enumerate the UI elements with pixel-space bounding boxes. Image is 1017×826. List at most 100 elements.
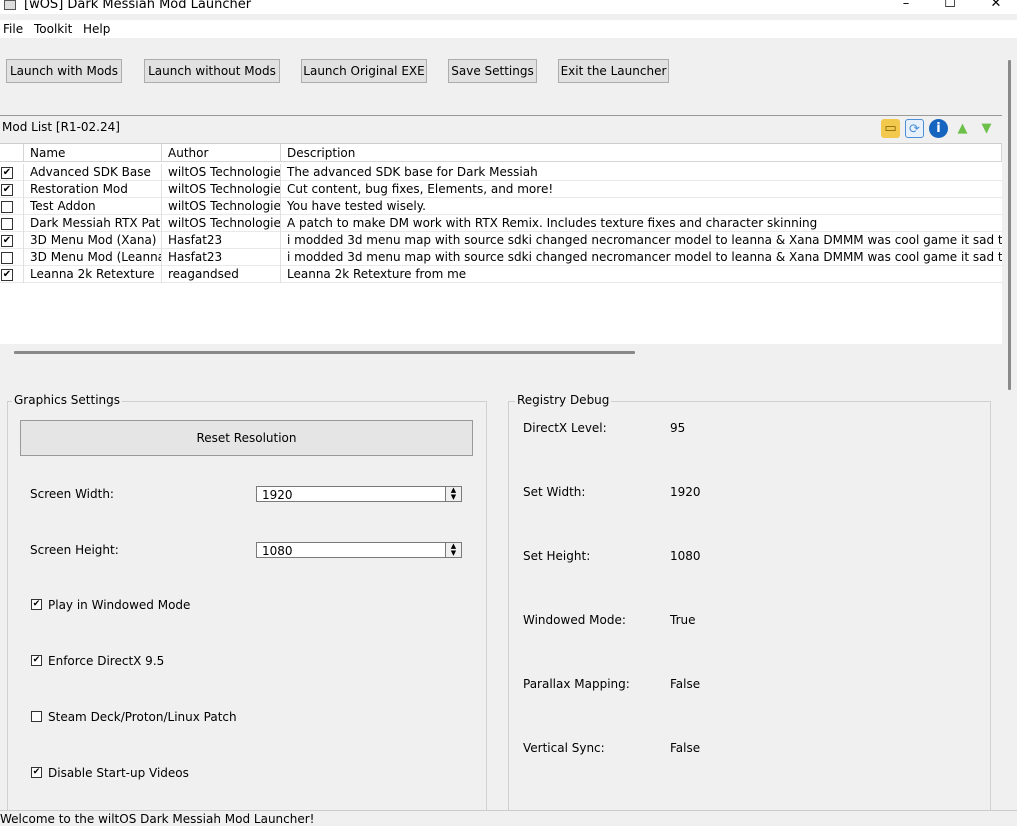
- registry-label: Parallax Mapping:: [523, 677, 630, 691]
- arrow-up-icon[interactable]: ▲: [953, 119, 972, 138]
- info-icon[interactable]: i: [929, 119, 948, 138]
- col-description[interactable]: Description: [281, 144, 1002, 162]
- folder-icon[interactable]: ▭: [881, 119, 900, 138]
- registry-value: True: [670, 613, 696, 627]
- option-label[interactable]: Enforce DirectX 9.5: [48, 654, 164, 668]
- registry-value: False: [670, 677, 701, 691]
- row-check-cell: ✔: [0, 181, 24, 198]
- window-title: [wOS] Dark Messiah Mod Launcher: [24, 0, 252, 12]
- registry-value: False: [670, 741, 701, 755]
- row-check-cell: [0, 249, 24, 266]
- mod-author: Hasfat23: [162, 249, 281, 266]
- exit-launcher-button[interactable]: Exit the Launcher: [558, 59, 669, 83]
- mod-enabled-checkbox[interactable]: [1, 218, 13, 230]
- mod-name: Test Addon: [24, 198, 162, 215]
- mod-enabled-checkbox[interactable]: [1, 201, 13, 213]
- mod-list-table: Name Author Description ✔ Advanced SDK Ba…: [0, 143, 1002, 361]
- mod-description: Cut content, bug fixes, Elements, and mo…: [287, 182, 554, 196]
- mod-list-title: Mod List [R1-02.24]: [2, 120, 120, 134]
- minimize-button[interactable]: –: [896, 0, 916, 12]
- registry-value: 1920: [670, 485, 701, 499]
- mod-description: A patch to make DM work with RTX Remix. …: [287, 216, 818, 230]
- row-check-cell: [0, 215, 24, 232]
- registry-debug-group: Registry Debug: [508, 393, 991, 821]
- mod-description: The advanced SDK base for Dark Messiah: [287, 165, 538, 179]
- table-row[interactable]: ✔ Restoration Mod wiltOS Technologies Cut c…: [0, 181, 1002, 198]
- vertical-scroll-thumb[interactable]: [1008, 60, 1011, 390]
- row-check-cell: ✔: [0, 266, 24, 283]
- horizontal-scrollbar[interactable]: [0, 344, 1002, 361]
- arrow-down-icon[interactable]: ▼: [977, 119, 996, 138]
- refresh-icon[interactable]: ⟳: [905, 119, 924, 138]
- row-check-cell: ✔: [0, 164, 24, 181]
- mod-name: 3D Menu Mod (Xana): [24, 232, 162, 249]
- mod-name: Leanna 2k Retexture: [24, 266, 162, 283]
- screen-width-spin-buttons[interactable]: ▲ ▼: [445, 487, 461, 501]
- mod-name: 3D Menu Mod (Leanna): [24, 249, 162, 266]
- option-label[interactable]: Play in Windowed Mode: [48, 598, 190, 612]
- registry-debug-title: Registry Debug: [515, 393, 612, 407]
- registry-value: 95: [670, 421, 686, 435]
- option-checkbox[interactable]: ✔: [31, 599, 42, 610]
- maximize-button[interactable]: ☐: [940, 0, 960, 12]
- graphics-settings-title: Graphics Settings: [12, 393, 123, 407]
- mod-enabled-checkbox[interactable]: ✔: [1, 167, 13, 179]
- screen-height-stepper[interactable]: 1080 ▲ ▼: [256, 542, 462, 558]
- mod-enabled-checkbox[interactable]: ✔: [1, 235, 13, 247]
- screen-height-label: Screen Height:: [30, 543, 119, 557]
- col-author[interactable]: Author: [162, 144, 281, 162]
- table-row[interactable]: Dark Messiah RTX Patch wiltOS Technologie…: [0, 215, 1002, 232]
- mod-enabled-checkbox[interactable]: ✔: [1, 269, 13, 281]
- row-check-cell: [0, 198, 24, 215]
- mod-description: i modded 3d menu map with source sdki ch…: [287, 233, 1002, 247]
- save-settings-button[interactable]: Save Settings: [448, 59, 537, 83]
- table-row[interactable]: ✔ Advanced SDK Base wiltOS Technologies The…: [0, 164, 1002, 181]
- screen-width-label: Screen Width:: [30, 487, 114, 501]
- menu-toolkit[interactable]: Toolkit: [34, 22, 72, 36]
- registry-label: Set Width:: [523, 485, 586, 499]
- mod-author: Hasfat23: [162, 232, 281, 249]
- screen-height-value: 1080: [262, 544, 293, 558]
- mod-author: wiltOS Technologies: [162, 215, 281, 232]
- mod-author: wiltOS Technologies: [162, 181, 281, 198]
- app-icon: [4, 0, 16, 10]
- mod-enabled-checkbox[interactable]: [1, 252, 13, 264]
- screen-width-stepper[interactable]: 1920 ▲ ▼: [256, 486, 462, 502]
- launch-without-mods-button[interactable]: Launch without Mods: [144, 59, 280, 83]
- table-row[interactable]: ✔ 3D Menu Mod (Xana) Hasfat23 i modded 3d m…: [0, 232, 1002, 249]
- reset-resolution-button[interactable]: Reset Resolution: [20, 420, 473, 456]
- registry-label: Set Height:: [523, 549, 591, 563]
- table-row[interactable]: 3D Menu Mod (Leanna) Hasfat23 i modded 3d …: [0, 249, 1002, 266]
- mod-name: Dark Messiah RTX Patch: [24, 215, 162, 232]
- col-check: [0, 144, 24, 162]
- registry-label: Windowed Mode:: [523, 613, 626, 627]
- menu-help[interactable]: Help: [83, 22, 110, 36]
- mod-list-header: Mod List [R1-02.24] ▭ ⟳ i ▲ ▼: [0, 115, 1002, 139]
- option-label[interactable]: Disable Start-up Videos: [48, 766, 189, 780]
- mod-description: You have tested wisely.: [287, 199, 426, 213]
- mod-enabled-checkbox[interactable]: ✔: [1, 184, 13, 196]
- close-button[interactable]: ✕: [986, 0, 1006, 12]
- screen-height-spin-buttons[interactable]: ▲ ▼: [445, 543, 461, 557]
- option-checkbox[interactable]: [31, 711, 42, 722]
- registry-label: Vertical Sync:: [523, 741, 605, 755]
- col-name[interactable]: Name: [24, 144, 162, 162]
- menu-bar: File Toolkit Help: [0, 20, 1017, 38]
- screen-width-value: 1920: [262, 488, 293, 502]
- status-text: Welcome to the wiltOS Dark Messiah Mod L…: [0, 812, 315, 826]
- registry-label: DirectX Level:: [523, 421, 607, 435]
- option-label[interactable]: Steam Deck/Proton/Linux Patch: [48, 710, 237, 724]
- mod-name: Restoration Mod: [24, 181, 162, 198]
- table-row[interactable]: Test Addon wiltOS Technologies You have te…: [0, 198, 1002, 215]
- option-checkbox[interactable]: ✔: [31, 767, 42, 778]
- option-checkbox[interactable]: ✔: [31, 655, 42, 666]
- menu-file[interactable]: File: [3, 22, 23, 36]
- launch-original-exe-button[interactable]: Launch Original EXE: [301, 59, 427, 83]
- mod-description: i modded 3d menu map with source sdki ch…: [287, 250, 1002, 264]
- mod-name: Advanced SDK Base: [24, 164, 162, 181]
- table-row[interactable]: ✔ Leanna 2k Retexture reagandsed Leanna 2k …: [0, 266, 1002, 283]
- launch-with-mods-button[interactable]: Launch with Mods: [6, 59, 122, 83]
- status-bar: Welcome to the wiltOS Dark Messiah Mod L…: [0, 810, 1017, 826]
- mod-description: Leanna 2k Retexture from me: [287, 267, 467, 281]
- horizontal-scroll-thumb[interactable]: [14, 351, 635, 354]
